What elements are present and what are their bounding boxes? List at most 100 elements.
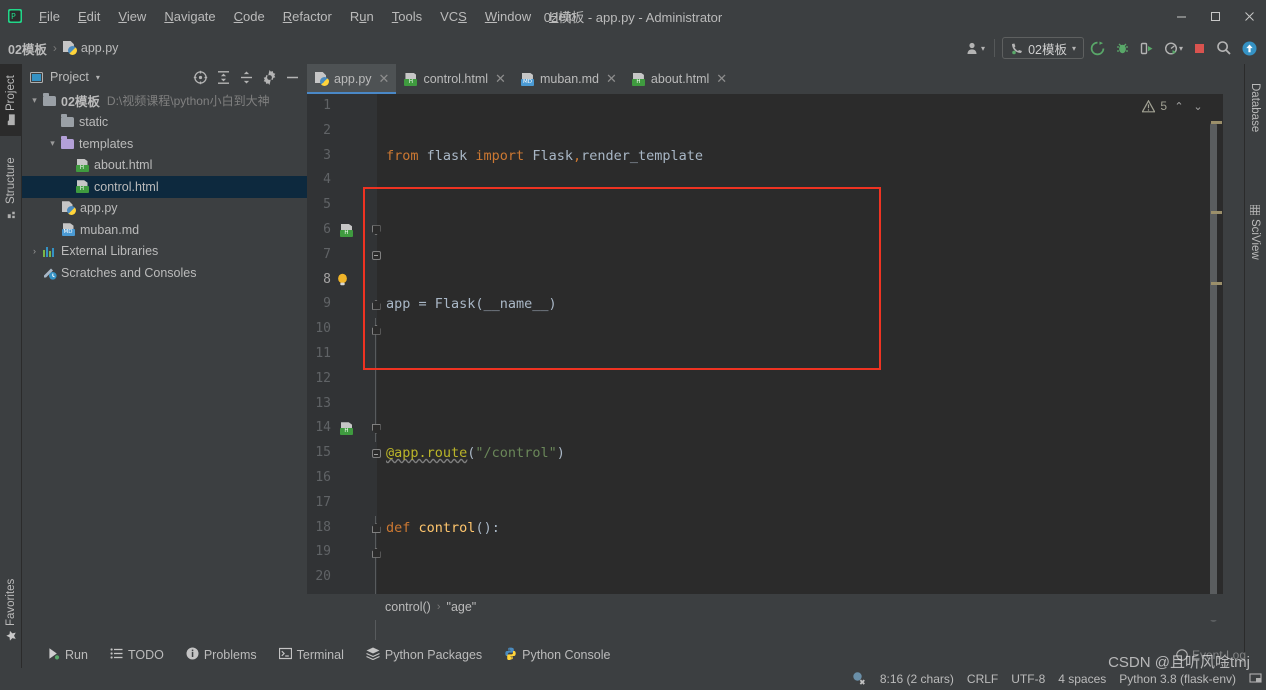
tree-item-project-root[interactable]: ▾ 02模板 D:\视频课程\python小白到大神 bbox=[22, 90, 307, 112]
breadcrumb-separator: › bbox=[52, 41, 57, 55]
sidebar-item-favorites[interactable]: Favorites bbox=[0, 568, 22, 652]
run-configuration-selector[interactable]: 02模板 ▾ bbox=[1002, 37, 1084, 59]
scroll-from-source-icon[interactable] bbox=[190, 67, 211, 88]
html-file-icon: H bbox=[74, 158, 91, 172]
breadcrumb-function[interactable]: control() bbox=[385, 600, 431, 614]
close-icon[interactable]: ✕ bbox=[716, 71, 727, 87]
tree-item-control-html[interactable]: H control.html bbox=[22, 176, 307, 198]
notification-icon[interactable] bbox=[1249, 671, 1262, 687]
tree-item-static[interactable]: static bbox=[22, 112, 307, 134]
maximize-button[interactable] bbox=[1198, 0, 1232, 32]
breadcrumb-key[interactable]: "age" bbox=[447, 600, 477, 614]
star-icon bbox=[6, 630, 17, 642]
run-button[interactable] bbox=[1087, 37, 1109, 59]
run-with-coverage-button[interactable] bbox=[1137, 37, 1159, 59]
expand-all-icon[interactable] bbox=[213, 67, 234, 88]
chevron-right-icon[interactable]: › bbox=[28, 246, 41, 256]
debug-button[interactable] bbox=[1112, 37, 1134, 59]
bottom-tab-terminal[interactable]: Terminal bbox=[268, 644, 355, 666]
breadcrumb[interactable]: 02模板 › app.py bbox=[8, 39, 118, 58]
project-tree[interactable]: ▾ 02模板 D:\视频课程\python小白到大神 static ▾ temp… bbox=[22, 90, 307, 620]
scrollbar-thumb[interactable] bbox=[1210, 122, 1217, 622]
minimize-button[interactable] bbox=[1164, 0, 1198, 32]
sidebar-item-project[interactable]: Project bbox=[0, 64, 22, 136]
sidebar-item-sciview[interactable]: SciView bbox=[1244, 190, 1266, 274]
menu-window[interactable]: Window bbox=[476, 6, 540, 27]
menu-tools[interactable]: Tools bbox=[383, 6, 431, 27]
stop-button[interactable] bbox=[1188, 37, 1210, 59]
error-stripe[interactable] bbox=[1211, 282, 1222, 285]
sidebar-item-structure[interactable]: Structure bbox=[0, 144, 22, 230]
menu-run[interactable]: Run bbox=[341, 6, 383, 27]
chevron-down-icon[interactable]: ▾ bbox=[96, 73, 100, 82]
bottom-tab-problems[interactable]: Problems bbox=[175, 644, 268, 666]
tab-about-html[interactable]: H about.html ✕ bbox=[624, 64, 734, 94]
update-icon[interactable] bbox=[1238, 37, 1260, 59]
breadcrumb-file[interactable]: app.py bbox=[62, 41, 118, 55]
search-icon[interactable] bbox=[1213, 37, 1235, 59]
previous-problem-icon[interactable]: ⌃ bbox=[1172, 100, 1186, 113]
intention-bulb-icon[interactable] bbox=[332, 268, 352, 293]
caret-position[interactable]: 8:16 (2 chars) bbox=[880, 672, 954, 686]
run-line-marker-icon[interactable]: H bbox=[337, 218, 357, 243]
collapse-all-icon[interactable] bbox=[236, 67, 257, 88]
tab-label: app.py bbox=[334, 72, 372, 86]
menu-vcs[interactable]: VCS bbox=[431, 6, 476, 27]
menu-help[interactable]: Help bbox=[540, 6, 585, 27]
status-bar-right: 8:16 (2 chars) CRLF UTF-8 4 spaces Pytho… bbox=[852, 671, 1262, 688]
sidebar-item-database[interactable]: Database bbox=[1244, 68, 1266, 148]
editor-breadcrumb[interactable]: control() › "age" bbox=[307, 594, 1223, 620]
bottom-tab-todo[interactable]: TODO bbox=[99, 644, 175, 666]
error-stripe[interactable] bbox=[1211, 211, 1222, 214]
bottom-tab-python-console[interactable]: Python Console bbox=[493, 644, 621, 666]
tree-item-external-libraries[interactable]: › External Libraries bbox=[22, 241, 307, 263]
editor-vertical-scrollbar[interactable] bbox=[1210, 122, 1220, 622]
inspection-widget[interactable]: 5 ⌃ ⌄ bbox=[1142, 94, 1209, 118]
gear-icon[interactable] bbox=[259, 67, 280, 88]
chevron-down-icon: ▾ bbox=[1071, 43, 1076, 53]
bottom-tab-python-packages[interactable]: Python Packages bbox=[355, 644, 493, 666]
bottom-tab-run[interactable]: Run bbox=[36, 644, 99, 666]
error-stripe[interactable] bbox=[1211, 121, 1222, 124]
hide-panel-icon[interactable] bbox=[282, 67, 303, 88]
breadcrumb-project[interactable]: 02模板 bbox=[8, 39, 47, 58]
tab-muban-md[interactable]: MD muban.md ✕ bbox=[513, 64, 624, 94]
tree-item-app-py[interactable]: app.py bbox=[22, 198, 307, 220]
folder-icon bbox=[41, 92, 58, 106]
menu-edit[interactable]: Edit bbox=[69, 6, 109, 27]
menu-bar[interactable]: File Edit View Navigate Code Refactor Ru… bbox=[30, 6, 585, 27]
tab-control-html[interactable]: H control.html ✕ bbox=[396, 64, 513, 94]
tree-item-muban-md[interactable]: MD muban.md bbox=[22, 219, 307, 241]
tab-app-py[interactable]: app.py ✕ bbox=[307, 64, 397, 94]
close-button[interactable] bbox=[1232, 0, 1266, 32]
bottom-tab-label: Problems bbox=[203, 648, 257, 662]
python-interpreter[interactable]: Python 3.8 (flask-env) bbox=[1119, 672, 1236, 686]
inspection-level-icon[interactable] bbox=[852, 671, 867, 688]
menu-code[interactable]: Code bbox=[225, 6, 274, 27]
event-log-button[interactable]: Event Log bbox=[1176, 648, 1246, 662]
code-text[interactable]: from flask import Flask,render_template … bbox=[377, 94, 1223, 594]
code-editor[interactable]: 1 2 3 4 5 6 7 8 9 10 11 12 13 14 15 16 1… bbox=[307, 94, 1223, 640]
menu-view[interactable]: View bbox=[109, 6, 155, 27]
close-icon[interactable]: ✕ bbox=[495, 71, 506, 87]
menu-navigate[interactable]: Navigate bbox=[155, 6, 224, 27]
next-problem-icon[interactable]: ⌄ bbox=[1191, 100, 1205, 113]
chevron-down-icon[interactable]: ▾ bbox=[28, 95, 41, 106]
menu-file[interactable]: File bbox=[30, 6, 69, 27]
line-separator[interactable]: CRLF bbox=[967, 672, 998, 686]
navigation-bar: 02模板 › app.py ▾ 02模板 ▾ ▾ bbox=[0, 32, 1266, 64]
tree-item-scratches[interactable]: Scratches and Consoles bbox=[22, 262, 307, 284]
indent-setting[interactable]: 4 spaces bbox=[1058, 672, 1106, 686]
tree-item-about-html[interactable]: H about.html bbox=[22, 155, 307, 177]
close-icon[interactable]: ✕ bbox=[379, 71, 390, 87]
close-icon[interactable]: ✕ bbox=[606, 71, 617, 87]
file-encoding[interactable]: UTF-8 bbox=[1011, 672, 1045, 686]
run-line-marker-icon[interactable]: H bbox=[337, 416, 357, 441]
tree-item-label: 02模板 bbox=[61, 95, 100, 110]
profile-button[interactable]: ▾ bbox=[1162, 37, 1185, 59]
tree-item-templates[interactable]: ▾ templates bbox=[22, 133, 307, 155]
menu-refactor[interactable]: Refactor bbox=[274, 6, 341, 27]
editor-gutter[interactable]: 1 2 3 4 5 6 7 8 9 10 11 12 13 14 15 16 1… bbox=[307, 94, 381, 640]
chevron-down-icon[interactable]: ▾ bbox=[46, 138, 59, 149]
user-account-button[interactable]: ▾ bbox=[964, 37, 987, 59]
